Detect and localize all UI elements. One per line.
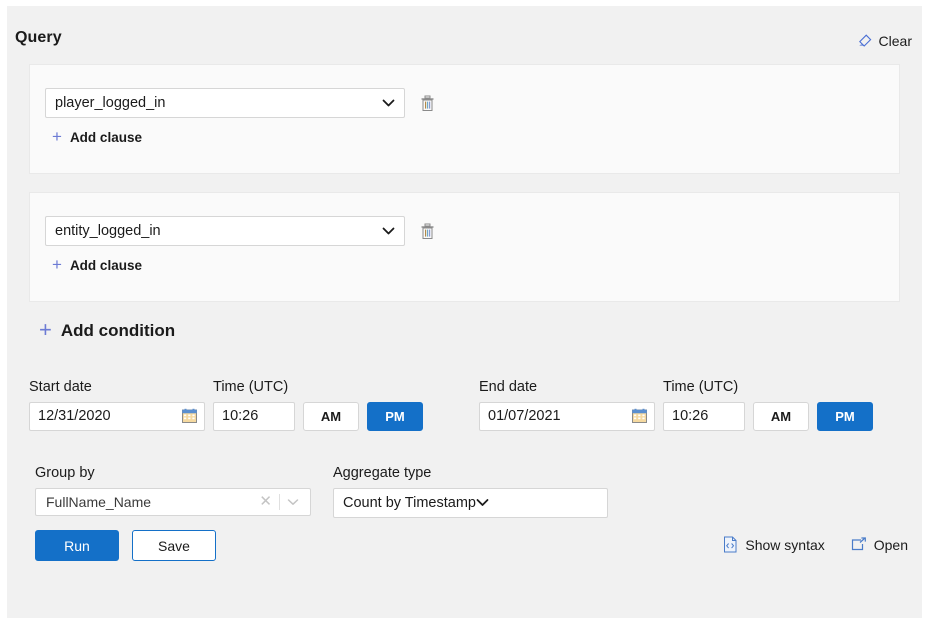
- group-by-field: Group by FullName_Name ✕: [35, 465, 311, 516]
- add-condition-button[interactable]: + Add condition: [39, 317, 176, 342]
- start-time-field: Time (UTC) 10:26: [213, 379, 295, 431]
- chevron-down-icon: [476, 498, 489, 507]
- clear-label: Clear: [878, 33, 912, 49]
- end-time-label: Time (UTC): [663, 379, 739, 395]
- aggregate-type-field: Aggregate type Count by Timestamp: [333, 465, 608, 518]
- plus-icon: +: [52, 127, 62, 146]
- code-file-icon: [723, 536, 738, 553]
- aggregate-type-select[interactable]: Count by Timestamp: [333, 487, 608, 518]
- clear-button[interactable]: Clear: [856, 33, 912, 49]
- group-by-value: FullName_Name: [46, 493, 152, 510]
- query-header: Query Clear: [7, 6, 922, 64]
- footer-links: Show syntax Open: [723, 536, 908, 553]
- calendar-icon[interactable]: [182, 409, 197, 424]
- start-time-label: Time (UTC): [213, 379, 289, 395]
- aggregate-type-value: Count by Timestamp: [343, 494, 476, 511]
- delete-clause-button[interactable]: [418, 221, 436, 241]
- groupby-row: Group by FullName_Name ✕ Aggregate type …: [7, 465, 922, 524]
- end-time-field: Time (UTC) 10:26: [663, 379, 745, 431]
- end-pm-button[interactable]: PM: [817, 401, 873, 431]
- aggregate-type-label: Aggregate type: [333, 465, 432, 481]
- start-datetime-group: Start date 12/31/2020 Time (UTC) 10:26 A…: [29, 379, 423, 431]
- add-clause-button[interactable]: + Add clause: [52, 127, 142, 146]
- chevron-down-icon[interactable]: [280, 498, 306, 506]
- add-condition-label: Add condition: [60, 321, 176, 340]
- start-date-input[interactable]: 12/31/2020: [29, 401, 205, 431]
- end-time-input[interactable]: 10:26: [663, 401, 745, 431]
- end-date-field: End date 01/07/2021: [479, 379, 655, 431]
- conditions-list: player_logged_in + Add clause entity_log…: [29, 64, 900, 302]
- add-clause-button[interactable]: + Add clause: [52, 255, 142, 274]
- clause-row: entity_logged_in: [45, 216, 436, 246]
- delete-clause-button[interactable]: [418, 93, 436, 113]
- start-time-value: 10:26: [222, 408, 259, 425]
- start-pm-button[interactable]: PM: [367, 401, 423, 431]
- add-clause-label: Add clause: [69, 130, 142, 145]
- chevron-down-icon: [382, 99, 395, 108]
- condition-card: player_logged_in + Add clause: [29, 64, 900, 174]
- trash-icon: [420, 223, 435, 240]
- plus-icon: +: [52, 255, 62, 274]
- end-date-value: 01/07/2021: [488, 408, 561, 425]
- clause-field-select[interactable]: player_logged_in: [45, 88, 405, 118]
- end-date-input[interactable]: 01/07/2021: [479, 401, 655, 431]
- page-title: Query: [15, 29, 62, 46]
- trash-icon: [420, 95, 435, 112]
- open-label: Open: [873, 536, 908, 553]
- start-time-input[interactable]: 10:26: [213, 401, 295, 431]
- query-panel: Query Clear player_logged_in + Add claus…: [7, 6, 922, 618]
- start-date-label: Start date: [29, 379, 92, 395]
- end-date-label: End date: [479, 379, 538, 395]
- end-time-value: 10:26: [672, 408, 709, 425]
- add-clause-label: Add clause: [69, 258, 142, 273]
- footer-actions: Run Save Show syntax Open: [7, 530, 922, 576]
- condition-card: entity_logged_in + Add clause: [29, 192, 900, 302]
- calendar-icon[interactable]: [632, 409, 647, 424]
- end-am-button[interactable]: AM: [753, 401, 809, 431]
- start-date-value: 12/31/2020: [38, 408, 111, 425]
- clause-field-value: player_logged_in: [55, 95, 166, 111]
- show-syntax-label: Show syntax: [745, 536, 825, 553]
- save-button[interactable]: Save: [132, 530, 216, 561]
- group-by-label: Group by: [35, 465, 95, 481]
- datetime-row: Start date 12/31/2020 Time (UTC) 10:26 A…: [7, 379, 922, 442]
- eraser-icon: [856, 33, 873, 49]
- group-by-select[interactable]: FullName_Name ✕: [35, 487, 311, 516]
- start-meridiem-toggle: AM PM: [303, 401, 423, 431]
- plus-icon: +: [39, 317, 52, 342]
- close-icon[interactable]: ✕: [252, 494, 279, 509]
- start-am-button[interactable]: AM: [303, 401, 359, 431]
- external-open-icon: [851, 537, 867, 552]
- clause-row: player_logged_in: [45, 88, 436, 118]
- run-button[interactable]: Run: [35, 530, 119, 561]
- end-datetime-group: End date 01/07/2021 Time (UTC) 10:26 AM …: [479, 379, 873, 431]
- clause-field-select[interactable]: entity_logged_in: [45, 216, 405, 246]
- show-syntax-button[interactable]: Show syntax: [723, 536, 825, 553]
- start-date-field: Start date 12/31/2020: [29, 379, 205, 431]
- end-meridiem-toggle: AM PM: [753, 401, 873, 431]
- open-button[interactable]: Open: [851, 537, 908, 553]
- chevron-down-icon: [382, 227, 395, 236]
- clause-field-value: entity_logged_in: [55, 223, 161, 239]
